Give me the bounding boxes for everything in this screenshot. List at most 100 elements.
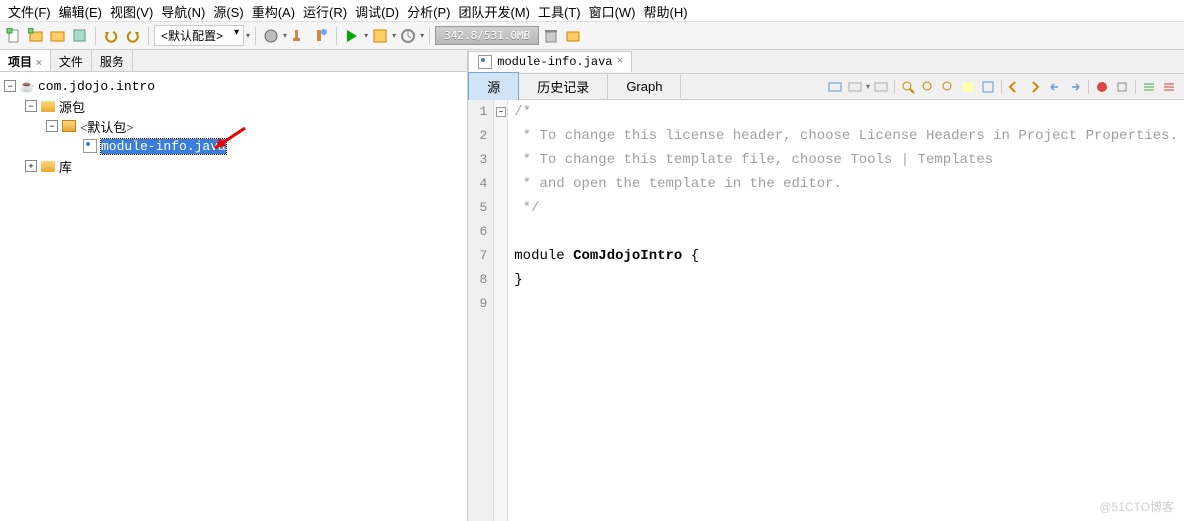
code-content[interactable]: /* * To change this license header, choo… [508, 100, 1184, 521]
menu-navigate[interactable]: 导航(N) [157, 2, 209, 19]
find-selection-icon[interactable] [899, 78, 917, 96]
subtab-graph[interactable]: Graph [608, 75, 681, 98]
forward-icon[interactable] [872, 78, 890, 96]
line-number: 7 [474, 244, 487, 268]
comment-icon[interactable] [1140, 78, 1158, 96]
trash-icon[interactable] [541, 26, 561, 46]
macro-record-icon[interactable] [1093, 78, 1111, 96]
next-bookmark-icon[interactable] [1026, 78, 1044, 96]
menu-source[interactable]: 源(S) [209, 2, 247, 19]
save-all-icon[interactable] [70, 26, 90, 46]
line-number: 9 [474, 292, 487, 316]
line-number: 5 [474, 196, 487, 220]
open-project-icon[interactable] [48, 26, 68, 46]
menu-refactor[interactable]: 重构(A) [248, 2, 299, 19]
memory-indicator[interactable]: 342.8/531.0MB [435, 26, 539, 45]
toggle-highlight-icon[interactable] [959, 78, 977, 96]
new-project-icon[interactable] [26, 26, 46, 46]
collapse-icon[interactable]: − [4, 80, 16, 92]
package-icon [61, 119, 77, 133]
collapse-icon[interactable]: − [46, 120, 58, 132]
chevron-down-icon[interactable]: ▾ [420, 31, 424, 40]
find-next-icon[interactable] [939, 78, 957, 96]
folder-icon [40, 99, 56, 113]
chevron-down-icon[interactable]: ▾ [246, 31, 250, 40]
separator [1088, 80, 1089, 94]
menu-tools[interactable]: 工具(T) [534, 2, 585, 19]
code-line: * To change this license header, choose … [514, 124, 1178, 148]
run-icon[interactable] [342, 26, 362, 46]
tree-src-node[interactable]: − 源包 [4, 96, 463, 116]
java-file-icon [82, 139, 98, 153]
tab-files[interactable]: 文件 [51, 50, 92, 71]
chevron-down-icon[interactable]: ▾ [364, 31, 368, 40]
projects-panel: 项目 × 文件 服务 − ☕ com.jdojo.intro − 源包 − <默认… [0, 50, 468, 521]
shift-right-icon[interactable] [1066, 78, 1084, 96]
menu-window[interactable]: 窗口(W) [585, 2, 640, 19]
profile-icon[interactable] [398, 26, 418, 46]
code-line: */ [514, 196, 1178, 220]
separator [148, 27, 149, 45]
separator [429, 27, 430, 45]
tree-lib-node[interactable]: + 库 [4, 156, 463, 176]
menu-profile[interactable]: 分析(P) [403, 2, 454, 19]
build-icon[interactable] [289, 26, 309, 46]
fold-gutter: − [494, 100, 508, 521]
back-icon[interactable] [846, 78, 864, 96]
new-file-icon[interactable] [4, 26, 24, 46]
menu-run[interactable]: 运行(R) [299, 2, 351, 19]
uncomment-icon[interactable] [1160, 78, 1178, 96]
fold-minus-icon[interactable]: − [496, 107, 506, 117]
menu-team[interactable]: 团队开发(M) [454, 2, 534, 19]
editor-toolbar: ▾ [820, 78, 1184, 96]
shift-left-icon[interactable] [1046, 78, 1064, 96]
separator [894, 80, 895, 94]
globe-icon[interactable] [261, 26, 281, 46]
menu-edit[interactable]: 编辑(E) [55, 2, 106, 19]
expand-icon[interactable]: + [25, 160, 37, 172]
collapse-icon[interactable]: − [25, 100, 37, 112]
undo-icon[interactable] [101, 26, 121, 46]
code-line: } [514, 268, 1178, 292]
chevron-down-icon[interactable]: ▾ [392, 31, 396, 40]
menu-help[interactable]: 帮助(H) [640, 2, 692, 19]
subtab-source[interactable]: 源 [468, 72, 519, 101]
tree-project-node[interactable]: − ☕ com.jdojo.intro [4, 76, 463, 96]
tab-services[interactable]: 服务 [92, 50, 133, 71]
editor-subtabs: 源 历史记录 Graph ▾ [468, 74, 1184, 100]
editor-tab[interactable]: module-info.java × [468, 51, 632, 72]
close-icon[interactable]: × [617, 56, 624, 68]
line-gutter: 1 2 3 4 5 6 7 8 9 [468, 100, 494, 521]
prev-bookmark-icon[interactable] [1006, 78, 1024, 96]
tree-label: com.jdojo.intro [38, 79, 155, 94]
menu-view[interactable]: 视图(V) [106, 2, 157, 19]
chevron-down-icon[interactable]: ▾ [283, 31, 287, 40]
tree-label: <默认包> [80, 117, 134, 136]
line-number: 4 [474, 172, 487, 196]
find-prev-icon[interactable] [919, 78, 937, 96]
tree-package-node[interactable]: − <默认包> [4, 116, 463, 136]
separator [255, 27, 256, 45]
config-dropdown[interactable]: <默认配置> [154, 25, 244, 46]
toggle-bookmark-icon[interactable] [979, 78, 997, 96]
menu-bar: 文件(F) 编辑(E) 视图(V) 导航(N) 源(S) 重构(A) 运行(R)… [0, 0, 1184, 22]
box-icon[interactable] [563, 26, 583, 46]
subtab-history[interactable]: 历史记录 [519, 73, 608, 100]
close-icon[interactable]: × [36, 58, 42, 69]
separator [336, 27, 337, 45]
tree-file-node[interactable]: module-info.java [4, 136, 463, 156]
menu-file[interactable]: 文件(F) [4, 2, 55, 19]
debug-icon[interactable] [370, 26, 390, 46]
redo-icon[interactable] [123, 26, 143, 46]
clean-build-icon[interactable] [311, 26, 331, 46]
menu-debug[interactable]: 调试(D) [351, 2, 403, 19]
editor-tabs: module-info.java × [468, 50, 1184, 74]
code-editor[interactable]: 1 2 3 4 5 6 7 8 9 − /* * To change this … [468, 100, 1184, 521]
chevron-down-icon[interactable]: ▾ [866, 82, 870, 91]
last-edit-icon[interactable] [826, 78, 844, 96]
tab-label: 项目 [8, 55, 32, 69]
code-line [514, 292, 1178, 316]
tab-projects[interactable]: 项目 × [0, 50, 51, 71]
java-project-icon: ☕ [19, 79, 35, 93]
macro-stop-icon[interactable] [1113, 78, 1131, 96]
